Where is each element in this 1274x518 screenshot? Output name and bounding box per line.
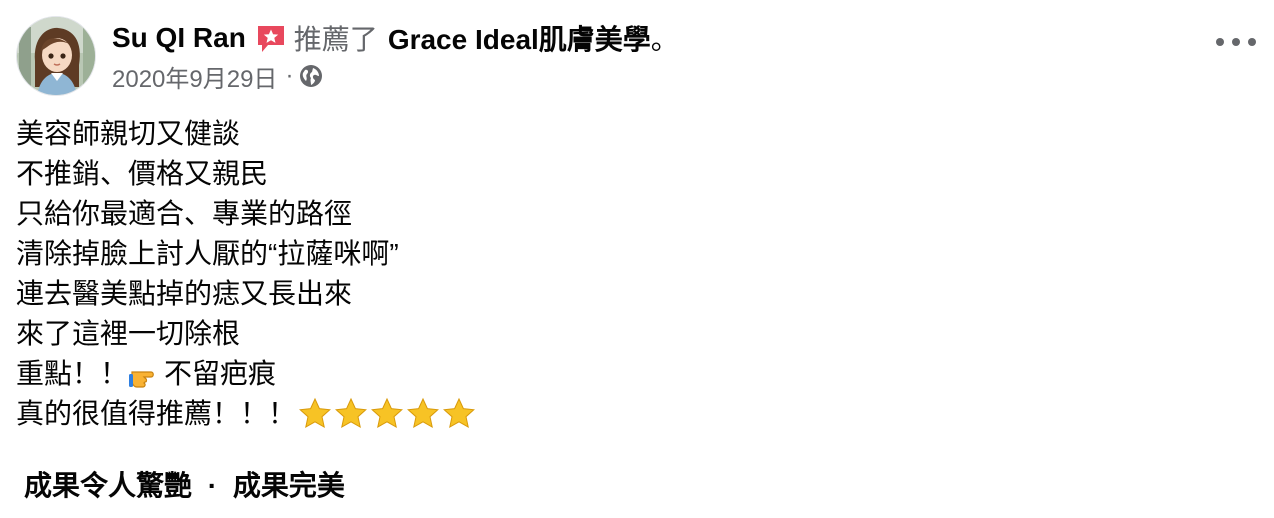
- star-icon: [335, 397, 367, 428]
- meta-separator: ·: [285, 62, 294, 89]
- post-date[interactable]: 2020年9月29日: [112, 59, 277, 94]
- star-icon: [407, 397, 439, 428]
- review-tags: 成果令人驚艷 · 成果完美: [24, 464, 345, 504]
- tag-separator: ·: [207, 470, 218, 501]
- body-line: 來了這裡一切除根: [16, 318, 241, 349]
- body-line-highlight: 重點！！ 不留疤痕: [16, 354, 476, 394]
- review-tag: 成果完美: [232, 470, 345, 501]
- star-icon: [371, 397, 403, 428]
- recommend-verb: 推薦了: [293, 24, 378, 55]
- body-line-prefix: 重點！！: [16, 358, 129, 389]
- star-icon: [299, 397, 331, 428]
- author-name[interactable]: Su QI Ran: [112, 22, 246, 54]
- review-tag: 成果令人驚艷: [24, 470, 193, 501]
- body-line-text: 真的很值得推薦！！！: [16, 398, 297, 429]
- star-rating: [298, 397, 476, 431]
- post-meta: 2020年9月29日 ·: [112, 59, 1214, 94]
- body-line: 只給你最適合、專業的路徑: [16, 198, 353, 229]
- recommend-badge-icon: [254, 22, 288, 56]
- more-dots-icon[interactable]: [1216, 30, 1256, 54]
- post-title-line: Su QI Ran 推薦了 Grace Ideal肌膚美學 。: [112, 18, 1214, 58]
- review-post: Su QI Ran 推薦了 Grace Ideal肌膚美學 。 2020年9月2…: [0, 0, 1274, 518]
- globe-icon[interactable]: [299, 64, 323, 88]
- page-name-link[interactable]: Grace Ideal肌膚美學: [388, 18, 651, 58]
- body-line-stars: 真的很值得推薦！！！: [16, 394, 476, 434]
- body-line: 不推銷、價格又親民: [16, 158, 269, 189]
- author-avatar[interactable]: [16, 16, 96, 96]
- body-line: 清除掉臉上討人厭的“拉薩咪啊”: [16, 238, 399, 269]
- body-line: 連去醫美點掉的痣又長出來: [16, 278, 353, 309]
- post-body: 美容師親切又健談 不推銷、價格又親民 只給你最適合、專業的路徑 清除掉臉上討人厭…: [16, 114, 476, 434]
- title-period: 。: [650, 24, 679, 55]
- body-line: 美容師親切又健談: [16, 118, 241, 149]
- star-icon: [443, 397, 475, 428]
- pointing-right-emoji-icon: [129, 357, 163, 391]
- body-line-suffix: 不留疤痕: [164, 358, 277, 389]
- post-header: Su QI Ran 推薦了 Grace Ideal肌膚美學 。 2020年9月2…: [112, 18, 1214, 94]
